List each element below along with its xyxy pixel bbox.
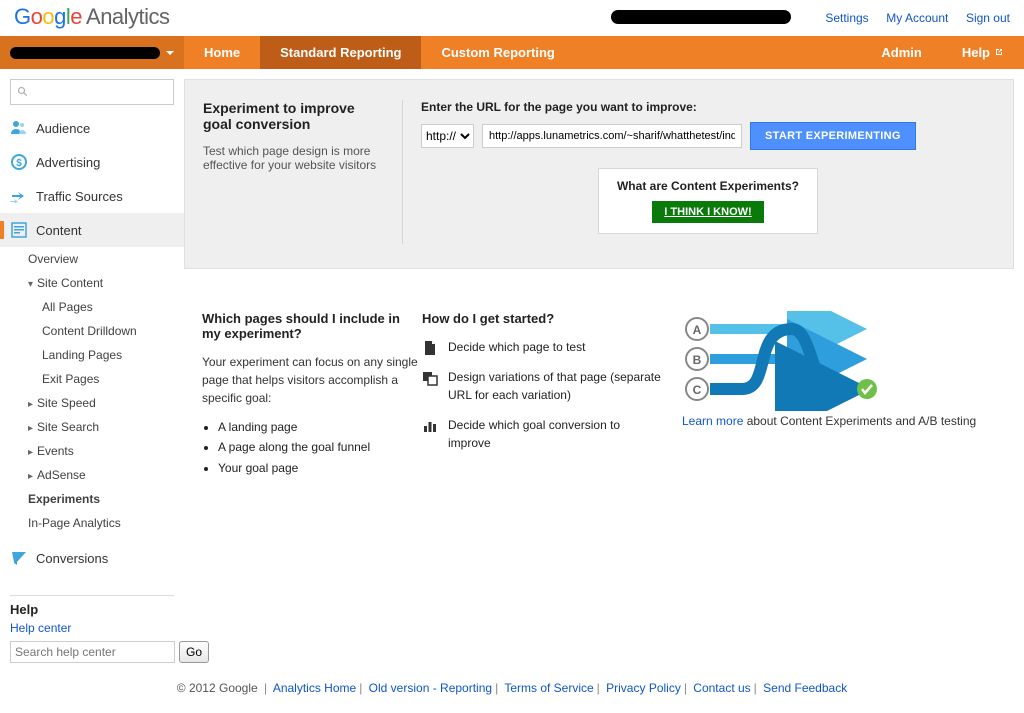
subnav-all-pages[interactable]: All Pages: [28, 295, 184, 319]
svg-text:B: B: [693, 353, 702, 367]
intro-box: Experiment to improve goal conversion Te…: [203, 100, 403, 244]
account-name-redacted: [611, 10, 791, 24]
info-panel: Which pages should I include in my exper…: [184, 285, 1014, 506]
tab-standard-reporting[interactable]: Standard Reporting: [260, 36, 421, 69]
chevron-down-icon: [166, 51, 174, 55]
subnav-site-speed[interactable]: Site Speed: [28, 391, 184, 415]
search-icon: [17, 86, 29, 98]
learn-more-link[interactable]: Learn more: [682, 414, 743, 428]
footer-link[interactable]: Privacy Policy: [606, 681, 681, 695]
step3-text: Decide which goal conversion to improve: [448, 416, 662, 452]
content-icon: [10, 221, 28, 239]
my-account-link[interactable]: My Account: [886, 11, 948, 25]
protocol-select[interactable]: http://: [421, 124, 474, 148]
google-analytics-logo: GoogleAnalytics: [14, 4, 170, 30]
barchart-icon: [422, 418, 438, 434]
subnav-overview[interactable]: Overview: [28, 247, 184, 271]
sidebar-item-traffic[interactable]: Traffic Sources: [0, 179, 184, 213]
col1-title: Which pages should I include in my exper…: [202, 311, 422, 341]
content-subnav: Overview Site Content All Pages Content …: [0, 247, 184, 535]
audience-icon: [10, 119, 28, 137]
subnav-exit-pages[interactable]: Exit Pages: [28, 367, 184, 391]
sidebar-label: Audience: [36, 121, 90, 136]
sidebar-label: Content: [36, 223, 82, 238]
intro-title: Experiment to improve goal conversion: [203, 100, 386, 132]
external-link-icon: [994, 45, 1004, 60]
step-1: Decide which page to test: [422, 338, 662, 356]
step-3: Decide which goal conversion to improve: [422, 416, 662, 452]
subnav-events[interactable]: Events: [28, 439, 184, 463]
tab-help[interactable]: Help: [942, 36, 1024, 69]
sign-out-link[interactable]: Sign out: [966, 11, 1010, 25]
page-footer: © 2012 Google | Analytics Home| Old vers…: [0, 663, 1024, 713]
variations-icon: [422, 370, 438, 386]
sidebar-label: Traffic Sources: [36, 189, 123, 204]
top-header: GoogleAnalytics Settings My Account Sign…: [0, 0, 1024, 36]
step1-text: Decide which page to test: [448, 338, 585, 356]
subnav-inpage-analytics[interactable]: In-Page Analytics: [28, 511, 184, 535]
content-experiments-callout: What are Content Experiments? I THINK I …: [598, 168, 818, 234]
svg-text:$: $: [16, 158, 22, 169]
footer-link[interactable]: Analytics Home: [273, 681, 356, 695]
page-icon: [422, 340, 438, 356]
list-item: A landing page: [218, 417, 422, 437]
sidebar-item-advertising[interactable]: $ Advertising: [0, 145, 184, 179]
footer-link[interactable]: Send Feedback: [763, 681, 847, 695]
list-item: A page along the goal funnel: [218, 437, 422, 457]
account-selector[interactable]: [0, 36, 184, 69]
sidebar-label: Advertising: [36, 155, 100, 170]
main-nav: Home Standard Reporting Custom Reporting…: [0, 36, 1024, 69]
col-which-pages: Which pages should I include in my exper…: [202, 311, 422, 478]
conversions-icon: [10, 549, 28, 567]
abc-flow-diagram: A B C: [682, 311, 882, 411]
footer-link[interactable]: Old version - Reporting: [369, 681, 492, 695]
col-diagram: A B C Learn more about Content Experimen…: [662, 311, 996, 478]
sidebar: Audience $ Advertising Traffic Sources C…: [0, 69, 184, 663]
svg-text:A: A: [693, 323, 702, 337]
tab-custom-reporting[interactable]: Custom Reporting: [421, 36, 574, 69]
experiment-form: Enter the URL for the page you want to i…: [403, 100, 995, 244]
subnav-landing-pages[interactable]: Landing Pages: [28, 343, 184, 367]
footer-link[interactable]: Terms of Service: [504, 681, 593, 695]
sidebar-label: Conversions: [36, 551, 108, 566]
subnav-experiments[interactable]: Experiments: [28, 487, 184, 511]
sidebar-help: Help Help center Go: [10, 595, 174, 663]
tab-home[interactable]: Home: [184, 36, 260, 69]
sidebar-item-audience[interactable]: Audience: [0, 111, 184, 145]
svg-text:C: C: [693, 383, 702, 397]
i-think-i-know-button[interactable]: I THINK I KNOW!: [652, 201, 763, 223]
step2-text: Design variations of that page (separate…: [448, 368, 662, 404]
url-input[interactable]: [482, 124, 742, 148]
subnav-site-search[interactable]: Site Search: [28, 415, 184, 439]
content-area: Experiment to improve goal conversion Te…: [184, 69, 1024, 663]
footer-link[interactable]: Contact us: [693, 681, 750, 695]
subnav-content-drilldown[interactable]: Content Drilldown: [28, 319, 184, 343]
col1-body: Your experiment can focus on any single …: [202, 353, 422, 407]
list-item: Your goal page: [218, 458, 422, 478]
sidebar-item-conversions[interactable]: Conversions: [0, 541, 184, 575]
url-label: Enter the URL for the page you want to i…: [421, 100, 995, 114]
tab-admin[interactable]: Admin: [861, 36, 941, 69]
col2-title: How do I get started?: [422, 311, 662, 326]
sidebar-item-content[interactable]: Content: [0, 213, 184, 247]
intro-body: Test which page design is more effective…: [203, 144, 386, 172]
subnav-site-content[interactable]: Site Content: [28, 271, 184, 295]
profile-name-redacted: [10, 47, 160, 59]
help-title: Help: [10, 602, 174, 617]
learn-more-text: Learn more about Content Experiments and…: [682, 414, 996, 428]
traffic-icon: [10, 187, 28, 205]
help-search-input[interactable]: [10, 641, 175, 663]
copyright: © 2012 Google: [177, 681, 258, 695]
advertising-icon: $: [10, 153, 28, 171]
settings-link[interactable]: Settings: [825, 11, 868, 25]
sidebar-search[interactable]: [10, 79, 174, 105]
experiment-setup-panel: Experiment to improve goal conversion Te…: [184, 79, 1014, 269]
help-center-link[interactable]: Help center: [10, 621, 174, 635]
subnav-adsense[interactable]: AdSense: [28, 463, 184, 487]
top-links: Settings My Account Sign out: [811, 10, 1010, 25]
start-experimenting-button[interactable]: START EXPERIMENTING: [750, 122, 916, 150]
callout-title: What are Content Experiments?: [609, 179, 807, 193]
step-2: Design variations of that page (separate…: [422, 368, 662, 404]
col-how-started: How do I get started? Decide which page …: [422, 311, 662, 478]
